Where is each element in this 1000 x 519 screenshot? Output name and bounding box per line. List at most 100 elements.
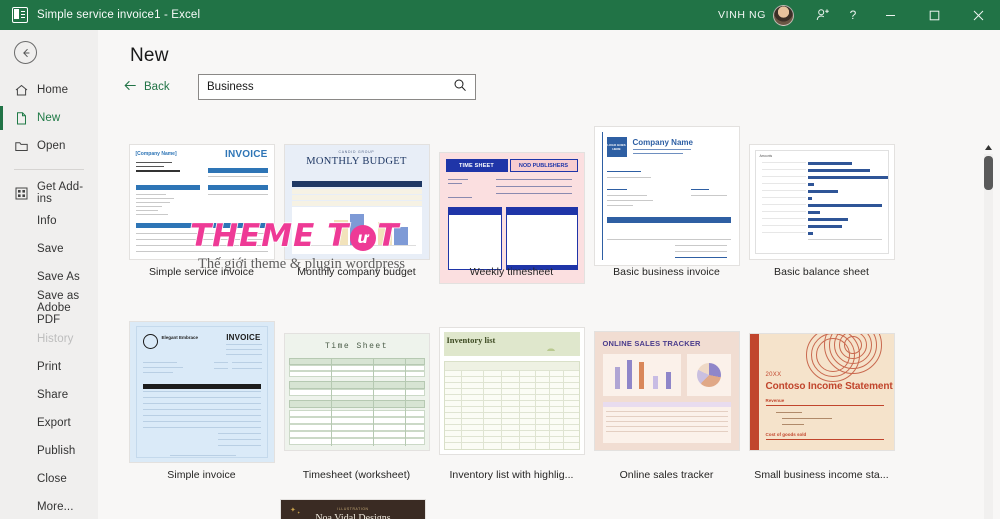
logo-icon xyxy=(142,334,158,349)
template-card[interactable]: 20XX Contoso Income Statement Revenue Co… xyxy=(744,321,899,481)
scroll-up-arrow-icon[interactable] xyxy=(984,142,993,152)
sidebar-item-info[interactable]: Info xyxy=(0,207,98,235)
sidebar-item-history: History xyxy=(0,325,98,353)
template-label: Simple service invoice xyxy=(149,266,254,278)
sidebar-item-label: Get Add-ins xyxy=(37,181,84,205)
sidebar-item-print[interactable]: Print xyxy=(0,353,98,381)
thumb-heading: Company Name xyxy=(632,138,693,147)
sidebar-item-label: Publish xyxy=(37,445,76,457)
sidebar-item-get-addins[interactable]: Get Add-ins xyxy=(0,179,98,207)
template-card[interactable]: [Company Name] INVOICE Simple service in… xyxy=(124,144,279,299)
thumb-heading: Amounts xyxy=(759,154,773,158)
sidebar-item-more[interactable]: More... xyxy=(0,493,98,519)
sidebar-item-label: History xyxy=(37,333,74,345)
search-input[interactable] xyxy=(207,81,453,93)
sidebar-item-label: Print xyxy=(37,361,62,373)
thumb-company: LOGO GOES HERE xyxy=(606,137,627,157)
sidebar-item-label: Save as Adobe PDF xyxy=(37,290,80,326)
template-thumbnail-sales-tracker[interactable]: ONLINE SALES TRACKER xyxy=(593,331,740,451)
maximize-icon[interactable] xyxy=(912,0,956,30)
sidebar-item-label: Save xyxy=(37,243,64,255)
account-name[interactable]: VINH NG xyxy=(718,9,766,21)
gallery-scrollbar[interactable] xyxy=(983,142,994,519)
sidebar-item-export[interactable]: Export xyxy=(0,409,98,437)
page-title: New xyxy=(130,45,169,66)
thumb-heading: Noa Vidal Designs xyxy=(315,513,391,519)
document-title: Simple service invoice1 - Excel xyxy=(37,9,201,21)
sidebar-item-label: Share xyxy=(37,389,69,401)
template-card[interactable]: Amounts Basic balance sheet xyxy=(744,144,899,299)
thumb-company: CANDID GROUP xyxy=(338,150,375,154)
sidebar-item-save-as-adobe-pdf[interactable]: Save as Adobe PDF xyxy=(0,290,98,326)
sidebar-item-share[interactable]: Share xyxy=(0,381,98,409)
sidebar-item-save[interactable]: Save xyxy=(0,235,98,263)
template-label: Monthly company budget xyxy=(297,266,416,278)
template-thumbnail-invoice-blue[interactable]: [Company Name] INVOICE xyxy=(128,144,275,260)
share-person-icon[interactable] xyxy=(808,0,838,30)
sidebar-item-label: Export xyxy=(37,417,71,429)
open-folder-icon xyxy=(14,139,29,154)
template-label: Basic balance sheet xyxy=(774,266,869,278)
template-label: Weekly timesheet xyxy=(469,266,554,278)
template-card[interactable]: Inventory list Inventory list with highl… xyxy=(434,321,589,481)
template-thumbnail-noa-vidal[interactable]: ILLUSTRATION Noa Vidal Designs ✦ ✦ ❧ xyxy=(280,499,426,519)
sidebar-item-label: New xyxy=(37,112,61,124)
template-label: Timesheet (worksheet) xyxy=(302,469,411,481)
decorative-rings xyxy=(805,334,890,382)
thumb-company: 20XX xyxy=(765,372,782,378)
sidebar-item-label: Open xyxy=(37,140,66,152)
template-label: Small business income sta... xyxy=(754,469,889,481)
backstage-sidebar: Home New Open Get Add-ins Info Save Save… xyxy=(0,30,98,519)
template-label: Simple invoice xyxy=(167,469,236,481)
sidebar-item-close[interactable]: Close xyxy=(0,465,98,493)
thumb-company: [Company Name] xyxy=(135,151,177,157)
thumb-heading: INVOICE xyxy=(226,333,261,342)
sidebar-nav: Home New Open Get Add-ins Info Save Save… xyxy=(0,76,98,519)
template-grid: [Company Name] INVOICE Simple service in… xyxy=(124,126,954,481)
template-label: Basic business invoice xyxy=(613,266,720,278)
thumb-heading: Inventory list xyxy=(446,335,496,345)
template-gallery[interactable]: [Company Name] INVOICE Simple service in… xyxy=(98,112,1000,519)
template-thumbnail-inventory-list[interactable]: Inventory list xyxy=(438,327,585,455)
scrollbar-track[interactable] xyxy=(984,154,993,519)
template-thumbnail-monthly-budget[interactable]: CANDID GROUP MONTHLY BUDGET xyxy=(283,144,430,260)
sidebar-item-label: More... xyxy=(37,501,74,513)
template-card[interactable]: LOGO GOES HERE Company Name Basic busine… xyxy=(589,126,744,299)
thumb-heading: ONLINE SALES TRACKER xyxy=(602,339,701,348)
template-thumbnail-business-invoice[interactable]: LOGO GOES HERE Company Name xyxy=(593,126,740,266)
template-thumbnail-income-statement[interactable]: 20XX Contoso Income Statement Revenue Co… xyxy=(748,333,895,451)
back-button[interactable]: Back xyxy=(124,80,198,94)
template-thumbnail-balance-sheet-chart[interactable]: Amounts xyxy=(748,144,895,260)
search-box[interactable] xyxy=(198,74,476,100)
sidebar-item-open[interactable]: Open xyxy=(0,132,98,160)
sidebar-item-new[interactable]: New xyxy=(0,104,98,132)
sidebar-item-label: Home xyxy=(37,84,69,96)
sidebar-item-label: Save As xyxy=(37,271,80,283)
sidebar-item-save-as[interactable]: Save As xyxy=(0,263,98,291)
template-card[interactable]: Time Sheet Timesheet (worksheet) xyxy=(279,321,434,481)
minimize-icon[interactable] xyxy=(868,0,912,30)
template-card[interactable]: TIME SHEET NOD PUBLISHERS Weekly timeshe… xyxy=(434,144,589,299)
close-icon[interactable] xyxy=(956,0,1000,30)
template-card[interactable]: Elegant Embrace INVOICE Simple invoice xyxy=(124,321,279,481)
excel-backstage-window: Simple service invoice1 - Excel VINH NG … xyxy=(0,0,1000,519)
sidebar-item-label: Info xyxy=(37,215,57,227)
template-label: Inventory list with highlig... xyxy=(449,469,574,481)
back-arrow-circle-icon[interactable] xyxy=(14,41,37,64)
thumb-heading: TIME SHEET xyxy=(445,159,508,172)
help-question-icon[interactable]: ? xyxy=(838,0,868,30)
sidebar-item-home[interactable]: Home xyxy=(0,76,98,104)
back-label: Back xyxy=(144,81,170,93)
template-card[interactable]: ONLINE SALES TRACKER Online sales tracke… xyxy=(589,321,744,481)
template-thumbnail-time-sheet-pink[interactable]: TIME SHEET NOD PUBLISHERS xyxy=(438,152,585,284)
scroll-thumb[interactable] xyxy=(984,156,993,190)
thumb-company: Elegant Embrace xyxy=(161,335,199,340)
pie-chart xyxy=(696,363,721,387)
avatar[interactable] xyxy=(773,4,794,26)
sidebar-item-publish[interactable]: Publish xyxy=(0,437,98,465)
template-card[interactable]: ILLUSTRATION Noa Vidal Designs ✦ ✦ ❧ xyxy=(280,499,426,519)
template-thumbnail-simple-invoice-blue[interactable]: Elegant Embrace INVOICE xyxy=(128,321,275,463)
template-card[interactable]: CANDID GROUP MONTHLY BUDGET Monthly comp… xyxy=(279,144,434,299)
search-magnifier-icon[interactable] xyxy=(453,78,467,97)
template-thumbnail-timesheet-worksheet[interactable]: Time Sheet xyxy=(283,333,430,451)
